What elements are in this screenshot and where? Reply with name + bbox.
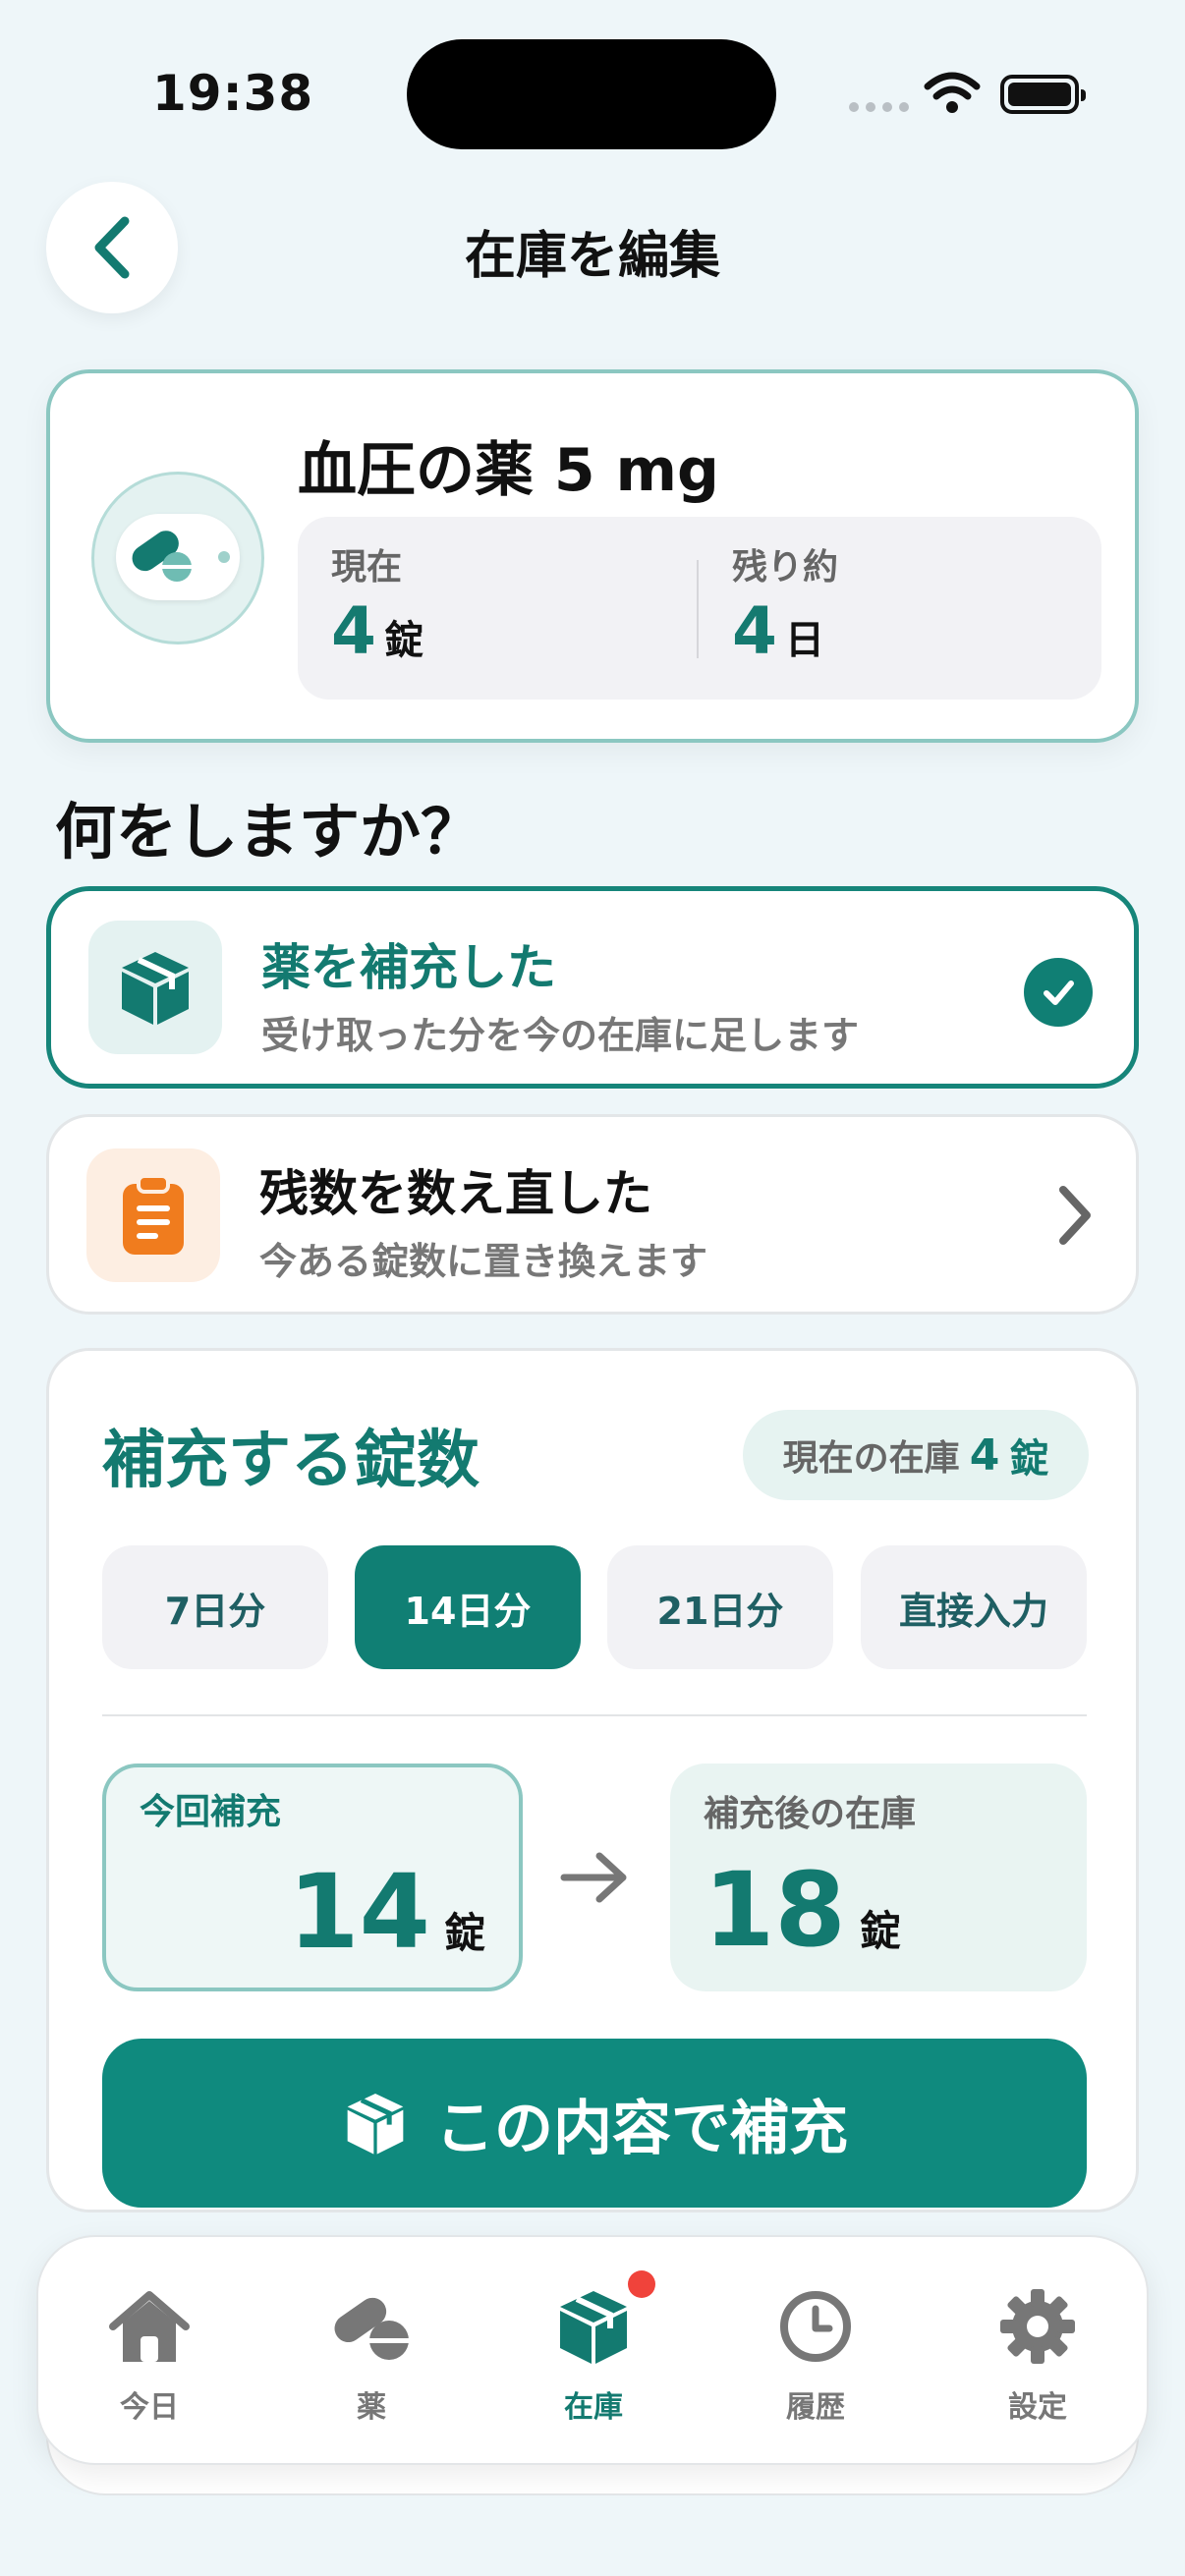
tab-inventory[interactable]: 在庫 bbox=[482, 2237, 705, 2467]
tab-history[interactable]: 履歴 bbox=[705, 2237, 927, 2467]
option-recount-title: 残数を数え直した bbox=[259, 1165, 652, 1222]
notification-badge bbox=[628, 2270, 655, 2298]
gear-icon bbox=[1000, 2289, 1075, 2364]
remaining-days-label: 残り約 bbox=[732, 547, 839, 588]
tab-medicine-label: 薬 bbox=[357, 2390, 386, 2425]
arrow-right-icon bbox=[560, 1852, 627, 1903]
wifi-icon bbox=[924, 72, 981, 113]
refill-amount-label: 今回補充 bbox=[140, 1792, 282, 1832]
box-icon bbox=[122, 952, 189, 1025]
after-stock-value: 18 bbox=[704, 1850, 846, 1970]
box-icon bbox=[347, 2094, 404, 2155]
section-question: 何をしますか？ bbox=[55, 796, 482, 868]
selected-check-icon bbox=[1024, 958, 1093, 1027]
stock-badge-unit: 錠 bbox=[1009, 1436, 1049, 1482]
chevron-right-icon bbox=[1059, 1186, 1091, 1245]
tab-settings[interactable]: 設定 bbox=[927, 2237, 1149, 2467]
option-recount-subtitle: 今ある錠数に置き換えます bbox=[259, 1240, 708, 1283]
medication-stats: 現在 4錠 残り約 4日 bbox=[298, 517, 1101, 700]
remaining-days-value: 4 bbox=[732, 593, 777, 669]
option-refill-title: 薬を補充した bbox=[261, 939, 556, 996]
home-icon bbox=[109, 2291, 190, 2362]
option-recount[interactable]: 残数を数え直した 今ある錠数に置き換えます bbox=[46, 1114, 1139, 1315]
signal-dots-icon bbox=[849, 102, 909, 112]
pill-icon bbox=[132, 531, 230, 582]
stock-badge-label: 現在の在庫 bbox=[782, 1438, 960, 1479]
tab-today-label: 今日 bbox=[120, 2390, 179, 2425]
clock-icon bbox=[780, 2291, 851, 2362]
tab-today[interactable]: 今日 bbox=[38, 2237, 260, 2467]
status-time: 19:38 bbox=[152, 65, 314, 122]
stock-badge-value: 4 bbox=[969, 1429, 1000, 1481]
current-stock-unit: 錠 bbox=[383, 618, 423, 663]
preset-7-days[interactable]: 7日分 bbox=[102, 1545, 328, 1669]
current-stock-badge: 現在の在庫 4 錠 bbox=[743, 1410, 1089, 1500]
current-stock-label: 現在 bbox=[331, 547, 403, 588]
option-refill[interactable]: 薬を補充した 受け取った分を今の在庫に足します bbox=[46, 886, 1139, 1089]
after-stock-box: 補充後の在庫 18 錠 bbox=[670, 1764, 1087, 1991]
medication-card: 血圧の薬 5 mg 現在 4錠 残り約 4日 bbox=[46, 369, 1139, 743]
tab-medicine[interactable]: 薬 bbox=[260, 2237, 482, 2467]
clipboard-icon bbox=[123, 1174, 184, 1255]
tab-inventory-label: 在庫 bbox=[564, 2390, 623, 2425]
after-stock-unit: 錠 bbox=[859, 1907, 901, 1955]
medication-avatar bbox=[91, 472, 264, 644]
remaining-days-unit: 日 bbox=[784, 618, 824, 663]
dynamic-island bbox=[407, 39, 776, 149]
preset-21-days[interactable]: 21日分 bbox=[607, 1545, 833, 1669]
tab-settings-label: 設定 bbox=[1008, 2390, 1067, 2425]
confirm-refill-label: この内容で補充 bbox=[435, 2094, 848, 2163]
preset-14-days[interactable]: 14日分 bbox=[355, 1545, 581, 1669]
confirm-refill-button[interactable]: この内容で補充 bbox=[102, 2039, 1087, 2208]
stat-divider bbox=[697, 560, 699, 658]
refill-panel-title: 補充する錠数 bbox=[102, 1425, 480, 1497]
pill-icon bbox=[334, 2297, 409, 2360]
panel-divider bbox=[102, 1714, 1087, 1716]
refill-amount-box[interactable]: 今回補充 14 錠 bbox=[102, 1764, 523, 1991]
current-stock-value: 4 bbox=[331, 593, 376, 669]
preset-direct-input[interactable]: 直接入力 bbox=[861, 1545, 1087, 1669]
medication-name: 血圧の薬 5 mg bbox=[298, 436, 719, 505]
battery-icon bbox=[1000, 75, 1086, 114]
refill-panel: 補充する錠数 現在の在庫 4 錠 7日分 14日分 21日分 直接入力 今回補充… bbox=[46, 1348, 1139, 2212]
refill-amount-unit: 錠 bbox=[443, 1909, 485, 1957]
page-title: 在庫を編集 bbox=[464, 227, 720, 286]
after-stock-label: 補充後の在庫 bbox=[704, 1794, 917, 1834]
refill-amount-value: 14 bbox=[288, 1852, 430, 1972]
option-refill-subtitle: 受け取った分を今の在庫に足します bbox=[261, 1014, 860, 1057]
box-icon bbox=[560, 2291, 627, 2364]
tab-history-label: 履歴 bbox=[786, 2390, 845, 2425]
tab-bar: 今日 薬 在庫 履歴 設定 bbox=[36, 2235, 1149, 2465]
